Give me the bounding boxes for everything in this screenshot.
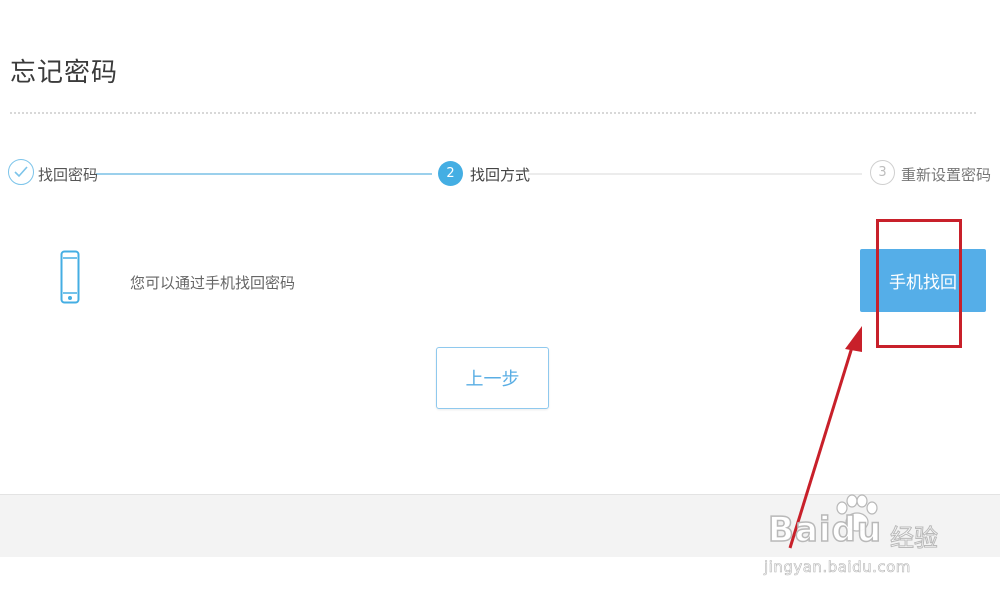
step-1-label: 找回密码 — [38, 166, 99, 184]
phone-icon — [60, 250, 80, 304]
previous-step-button[interactable]: 上一步 — [436, 347, 549, 409]
check-icon — [14, 166, 28, 178]
annotation-highlight-box — [876, 219, 962, 348]
baidu-jingyan-watermark: Baidu 经验 jingyan.baidu.com — [762, 494, 977, 588]
step-2-number: 2 — [438, 161, 463, 186]
step-1-check-icon — [8, 159, 34, 185]
step-2-label: 找回方式 — [470, 166, 531, 184]
step-connector-completed — [96, 173, 432, 175]
page-title: 忘记密码 — [10, 58, 119, 88]
watermark-url: jingyan.baidu.com — [764, 558, 911, 577]
step-3-number: 3 — [870, 160, 895, 185]
title-divider — [10, 112, 976, 114]
step-3-label: 重新设置密码 — [901, 166, 992, 184]
method-description: 您可以通过手机找回密码 — [130, 274, 296, 292]
watermark-logo: Baidu — [767, 509, 883, 551]
watermark-brand: 经验 — [890, 524, 939, 553]
step-connector-pending — [528, 173, 862, 175]
